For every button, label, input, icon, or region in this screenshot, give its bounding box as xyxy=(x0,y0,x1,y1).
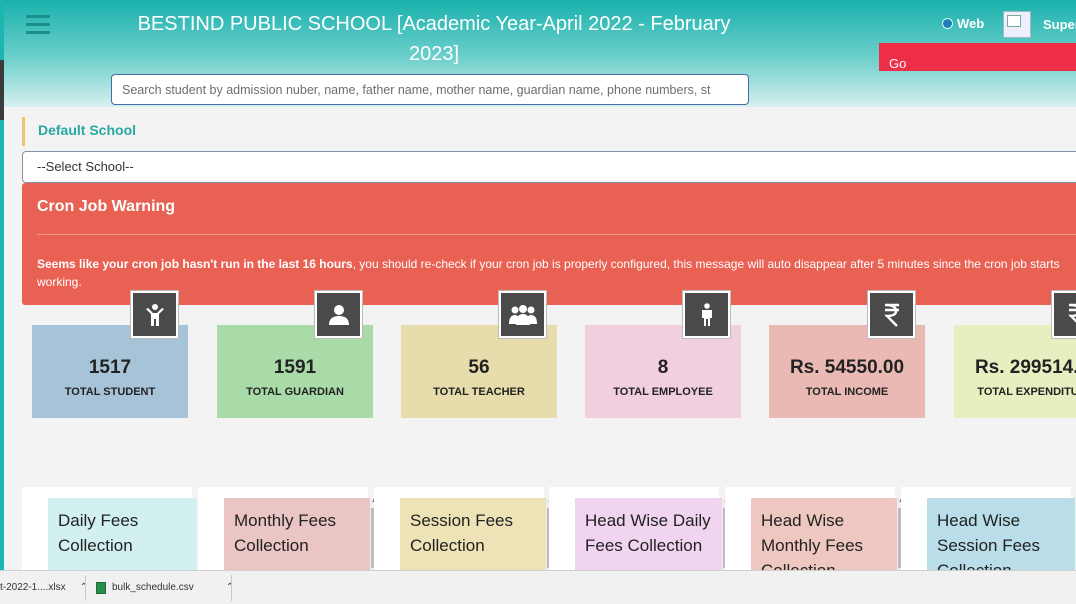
school-title: BESTIND PUBLIC SCHOOL [Academic Year-Apr… xyxy=(137,13,731,65)
stat-label: TOTAL INCOME xyxy=(805,386,889,398)
stat-value: 56 xyxy=(468,357,490,378)
rupee-icon xyxy=(1052,291,1076,338)
stat-card-total-income[interactable]: Rs. 54550.00 TOTAL INCOME xyxy=(769,325,925,418)
web-link[interactable]: Web xyxy=(942,16,984,31)
stat-value: 1591 xyxy=(273,357,317,378)
user-icon xyxy=(315,291,362,338)
group-icon xyxy=(499,291,546,338)
fee-panel-head-wise-monthly: Head Wise Monthly Fees Collection ▲ xyxy=(725,487,905,578)
student-search-input[interactable] xyxy=(111,74,749,105)
head-wise-daily-fees-collection-link[interactable]: Head Wise Daily Fees Collection xyxy=(575,498,723,578)
user-avatar[interactable] xyxy=(1003,11,1031,38)
stat-card-total-expenditure[interactable]: Rs. 299514.0 TOTAL EXPENDITUR xyxy=(954,325,1076,418)
download-separator xyxy=(85,575,86,601)
fee-panel-head-wise-daily: Head Wise Daily Fees Collection ▲ xyxy=(549,487,730,578)
child-icon xyxy=(131,291,178,338)
stat-card-total-student[interactable]: 1517 TOTAL STUDENT xyxy=(32,325,188,418)
download-filename: bulk_schedule.csv xyxy=(112,582,194,593)
download-item-csv[interactable]: bulk_schedule.csv ⌃ xyxy=(96,571,234,604)
top-header: BESTIND PUBLIC SCHOOL [Academic Year-Apr… xyxy=(4,0,1076,107)
stat-label: TOTAL GUARDIAN xyxy=(246,386,344,398)
cron-job-warning: Cron Job Warning Seems like your cron jo… xyxy=(22,183,1076,305)
session-fees-collection-link[interactable]: Session Fees Collection xyxy=(400,498,548,578)
head-wise-monthly-fees-collection-link[interactable]: Head Wise Monthly Fees Collection xyxy=(751,498,899,578)
csv-file-icon xyxy=(96,581,106,594)
person-icon xyxy=(683,291,730,338)
stat-label: TOTAL TEACHER xyxy=(433,386,525,398)
go-input[interactable]: Go xyxy=(879,43,1076,71)
chevron-up-icon[interactable]: ⌃ xyxy=(226,582,234,593)
download-filename: t-2022-1....xlsx xyxy=(0,582,66,593)
download-item-xlsx[interactable]: t-2022-1....xlsx ⌃ xyxy=(0,571,88,604)
globe-icon xyxy=(942,18,953,29)
stat-value: Rs. 299514.0 xyxy=(974,357,1076,378)
hamburger-menu-icon[interactable] xyxy=(26,15,50,35)
chevron-up-icon[interactable]: ⌃ xyxy=(80,582,88,593)
cron-warning-divider xyxy=(37,234,1076,235)
stat-card-total-guardian[interactable]: 1591 TOTAL GUARDIAN xyxy=(217,325,373,418)
monthly-fees-collection-link[interactable]: Monthly Fees Collection xyxy=(224,498,372,578)
fee-panel-monthly: Monthly Fees Collection ▲ xyxy=(198,487,378,578)
stat-card-total-employee[interactable]: 8 TOTAL EMPLOYEE xyxy=(585,325,741,418)
download-separator xyxy=(231,575,232,601)
user-name[interactable]: Super A xyxy=(1043,17,1076,32)
cron-warning-message-bold: Seems like your cron job hasn't run in t… xyxy=(37,257,353,271)
fee-panel-daily: Daily Fees Collection ▲ xyxy=(22,487,204,578)
stat-value: 1517 xyxy=(88,357,132,378)
fee-panel-session: Session Fees Collection ▲ xyxy=(374,487,554,578)
stat-card-total-teacher[interactable]: 56 TOTAL TEACHER xyxy=(401,325,557,418)
stat-label: TOTAL STUDENT xyxy=(64,386,156,398)
daily-fees-collection-link[interactable]: Daily Fees Collection xyxy=(48,498,196,578)
stat-label: TOTAL EMPLOYEE xyxy=(613,386,713,398)
download-bar: t-2022-1....xlsx ⌃ bulk_schedule.csv ⌃ xyxy=(0,570,1076,604)
school-select[interactable]: --Select School-- xyxy=(22,151,1076,183)
cron-warning-title: Cron Job Warning xyxy=(37,198,176,215)
stat-value: 8 xyxy=(657,357,669,378)
rupee-icon xyxy=(868,291,915,338)
stat-label: TOTAL EXPENDITUR xyxy=(977,386,1076,398)
web-link-label: Web xyxy=(957,16,985,31)
stat-value: Rs. 54550.00 xyxy=(789,357,905,378)
fee-panel-head-wise-session: Head Wise Session Fees Collection xyxy=(901,487,1075,578)
default-school-heading: Default School xyxy=(22,117,136,146)
cron-warning-message: Seems like your cron job hasn't run in t… xyxy=(37,255,1067,291)
head-wise-session-fees-collection-link[interactable]: Head Wise Session Fees Collection xyxy=(927,498,1075,578)
